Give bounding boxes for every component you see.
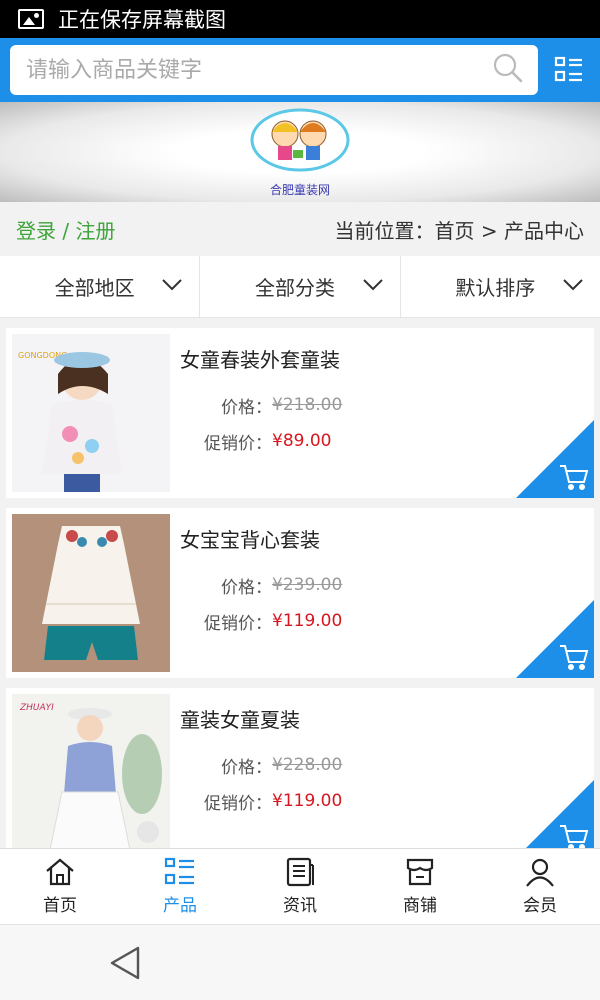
search-input[interactable] (26, 57, 492, 83)
filter-sort[interactable]: 默认排序 (401, 256, 600, 317)
price-row: 价格： ¥218.00 (198, 387, 588, 423)
price-label: 价格： (221, 397, 272, 418)
price-label: 价格： (221, 577, 272, 598)
chevron-down-icon (362, 279, 383, 291)
nav-label: 首页 (43, 896, 77, 916)
sale-label: 促销价： (204, 793, 272, 814)
bottom-nav: 首页 产品 资讯 商铺 会员 (0, 848, 600, 924)
nav-shop[interactable]: 商铺 (360, 849, 480, 924)
product-image[interactable] (12, 514, 170, 672)
breadcrumb: 当前位置：首页 > 产品中心 (334, 218, 584, 243)
price-row: 价格： ¥239.00 (198, 567, 588, 603)
filter-category[interactable]: 全部分类 (200, 256, 401, 317)
login-link[interactable]: 登录 (16, 219, 56, 243)
nav-home[interactable]: 首页 (0, 849, 120, 924)
nav-member[interactable]: 会员 (480, 849, 600, 924)
search-icon[interactable] (492, 52, 524, 88)
nav-products[interactable]: 产品 (120, 849, 240, 924)
add-to-cart-button[interactable] (516, 780, 594, 848)
sale-price: ¥119.00 (272, 791, 343, 811)
product-card[interactable]: GONGDONG 女童春装外套童装 价格： ¥218.00 促销价： ¥89.00 (6, 328, 594, 498)
shop-icon (406, 858, 434, 886)
filter-label: 全部分类 (254, 276, 335, 300)
chevron-down-icon (162, 279, 183, 291)
header (0, 38, 600, 102)
sale-price: ¥89.00 (272, 431, 332, 451)
status-text: 正在保存屏幕截图 (58, 8, 226, 32)
original-price: ¥239.00 (272, 575, 343, 595)
nav-label: 产品 (163, 896, 197, 916)
nav-news[interactable]: 资讯 (240, 849, 360, 924)
menu-list-icon (554, 56, 582, 82)
image-icon (18, 9, 44, 29)
nav-label: 资讯 (283, 896, 317, 916)
category-menu-button[interactable] (538, 38, 600, 102)
product-title[interactable]: 女宝宝背心套装 (180, 524, 588, 553)
nav-label: 会员 (523, 896, 557, 916)
filter-bar: 全部地区 全部分类 默认排序 (0, 256, 600, 318)
user-icon (526, 858, 554, 887)
product-title[interactable]: 女童春装外套童装 (180, 344, 588, 373)
auth-links: 登录 / 注册 (16, 215, 115, 244)
nav-label: 商铺 (403, 896, 437, 916)
search-box[interactable] (10, 45, 538, 95)
original-price: ¥228.00 (272, 755, 343, 775)
site-logo[interactable]: 合肥童装网 (245, 104, 355, 200)
product-image[interactable]: ZHUAYI (12, 694, 170, 848)
banner: 合肥童装网 (0, 102, 600, 202)
filter-label: 默认排序 (455, 276, 536, 300)
price-row: 价格： ¥228.00 (198, 747, 588, 783)
original-price: ¥218.00 (272, 395, 343, 415)
list-icon (164, 857, 194, 885)
product-card[interactable]: 女宝宝背心套装 价格： ¥239.00 促销价： ¥119.00 (6, 508, 594, 678)
price-label: 价格： (221, 757, 272, 778)
news-icon (286, 857, 314, 887)
register-link[interactable]: 注册 (75, 219, 115, 243)
sale-label: 促销价： (204, 433, 272, 454)
product-title[interactable]: 童装女童夏装 (180, 704, 588, 733)
home-icon (46, 858, 74, 886)
filter-label: 全部地区 (54, 276, 135, 300)
product-list: GONGDONG 女童春装外套童装 价格： ¥218.00 促销价： ¥89.00 (0, 318, 600, 848)
back-icon[interactable] (108, 945, 142, 981)
svg-text:ZHUAYI: ZHUAYI (19, 703, 54, 713)
add-to-cart-button[interactable] (516, 600, 594, 678)
add-to-cart-button[interactable] (516, 420, 594, 498)
svg-text:合肥童装网: 合肥童装网 (270, 182, 330, 197)
auth-separator: / (56, 218, 76, 243)
sale-price: ¥119.00 (272, 611, 343, 631)
product-card[interactable]: ZHUAYI 童装女童夏装 价格： ¥228.00 促销价： ¥119.00 (6, 688, 594, 848)
system-nav-bar (0, 924, 600, 1000)
product-image[interactable]: GONGDONG (12, 334, 170, 492)
filter-region[interactable]: 全部地区 (0, 256, 201, 317)
chevron-down-icon (563, 279, 583, 291)
sale-label: 促销价： (204, 613, 272, 634)
status-bar: 正在保存屏幕截图 (0, 0, 600, 38)
breadcrumb-bar: 登录 / 注册 当前位置：首页 > 产品中心 (0, 202, 600, 256)
